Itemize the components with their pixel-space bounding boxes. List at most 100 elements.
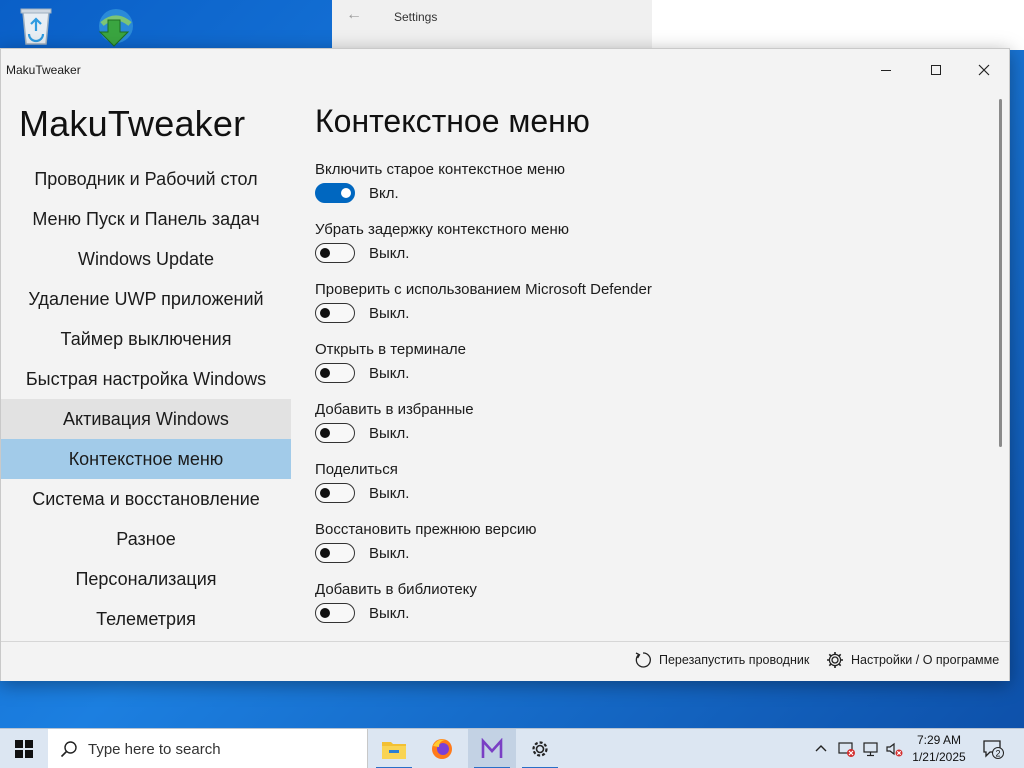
toggle-knob — [320, 307, 330, 318]
folder-icon — [382, 742, 406, 759]
toggle-state-label: Выкл. — [369, 305, 410, 322]
sidebar: MakuTweaker Проводник и Рабочий стол Мен… — [1, 89, 291, 641]
setting-label: Добавить в библиотеку — [315, 581, 477, 598]
sidebar-item-personalization[interactable]: Персонализация — [1, 559, 291, 599]
toggle-knob — [320, 547, 330, 558]
sidebar-item-context-menu[interactable]: Контекстное меню — [1, 439, 291, 479]
taskbar-makutweaker[interactable] — [468, 729, 516, 768]
defender-scan-toggle[interactable] — [315, 303, 355, 323]
toggle-knob — [320, 487, 330, 498]
add-library-toggle[interactable] — [315, 603, 355, 623]
background-settings-window[interactable]: ← Settings — [332, 0, 1024, 50]
sidebar-item-explorer-desktop[interactable]: Проводник и Рабочий стол — [1, 159, 291, 199]
toggle-state-label: Выкл. — [369, 545, 410, 562]
setting-label: Проверить с использованием Microsoft Def… — [315, 281, 652, 298]
taskbar-search-box[interactable]: Type here to search — [48, 729, 368, 768]
toggle-state-label: Вкл. — [369, 185, 399, 202]
page-title: Контекстное меню — [315, 103, 590, 139]
taskbar-clock[interactable]: 7:29 AM 1/21/2025 — [904, 732, 974, 766]
toggle-knob — [320, 367, 330, 378]
toggle-state-label: Выкл. — [369, 425, 410, 442]
minimize-button[interactable] — [863, 55, 909, 85]
toggle-state-label: Выкл. — [369, 485, 410, 502]
makutweaker-window: MakuTweaker MakuTweaker Проводник и Рабо… — [0, 48, 1010, 681]
setting-open-terminal: Открыть в терминале Выкл. — [315, 341, 975, 401]
makutweaker-logo-icon — [481, 738, 503, 758]
settings-gear-icon — [532, 741, 548, 757]
minimize-icon — [881, 70, 891, 71]
window-title: MakuTweaker — [6, 63, 81, 77]
settings-about-label: Настройки / О программе — [851, 653, 1000, 667]
close-icon — [978, 64, 990, 76]
sidebar-item-telemetry[interactable]: Телеметрия — [1, 599, 291, 639]
setting-label: Открыть в терминале — [315, 341, 467, 358]
content-pane: Контекстное меню Включить старое контекс… — [291, 89, 1001, 641]
tray-volume[interactable] — [885, 729, 903, 768]
network-icon — [863, 742, 878, 757]
toggle-knob — [320, 607, 330, 618]
sidebar-nav: Проводник и Рабочий стол Меню Пуск и Пан… — [1, 159, 291, 639]
sidebar-item-windows-activation[interactable]: Активация Windows — [1, 399, 291, 439]
add-favorites-toggle[interactable] — [315, 423, 355, 443]
chevron-up-icon[interactable] — [814, 742, 828, 756]
setting-add-library: Добавить в библиотеку Выкл. — [315, 581, 975, 641]
content-scrollbar[interactable] — [999, 99, 1002, 447]
toggle-state-label: Выкл. — [369, 605, 410, 622]
taskbar-settings[interactable] — [516, 729, 564, 768]
system-tray — [814, 729, 828, 768]
old-context-menu-toggle[interactable] — [315, 183, 355, 203]
settings-window-title: Settings — [394, 10, 438, 24]
gear-icon — [827, 652, 843, 668]
sidebar-item-start-taskbar[interactable]: Меню Пуск и Панель задач — [1, 199, 291, 239]
back-arrow-icon[interactable]: ← — [346, 6, 362, 24]
firefox-icon — [432, 739, 452, 759]
sidebar-item-windows-update[interactable]: Windows Update — [1, 239, 291, 279]
maximize-button[interactable] — [913, 55, 959, 85]
sidebar-item-quick-setup[interactable]: Быстрая настройка Windows — [1, 359, 291, 399]
remove-delay-toggle[interactable] — [315, 243, 355, 263]
settings-about-button[interactable]: Настройки / О программе — [825, 650, 999, 670]
action-center-button[interactable]: 2 — [978, 735, 1008, 763]
notification-count: 2 — [995, 748, 1000, 758]
app-name-heading: MakuTweaker — [19, 103, 246, 144]
setting-restore-previous: Восстановить прежнюю версию Выкл. — [315, 521, 975, 581]
title-bar[interactable]: MakuTweaker — [1, 49, 1009, 89]
volume-muted-icon — [886, 742, 903, 757]
setting-add-favorites: Добавить в избранные Выкл. — [315, 401, 975, 461]
toggle-state-label: Выкл. — [369, 365, 410, 382]
sidebar-item-uwp-removal[interactable]: Удаление UWP приложений — [1, 279, 291, 319]
recycle-bin-icon[interactable] — [14, 4, 58, 48]
toggle-state-label: Выкл. — [369, 245, 410, 262]
restart-explorer-button[interactable]: Перезапустить проводник — [633, 650, 809, 670]
settings-list: Включить старое контекстное меню Вкл. Уб… — [315, 161, 975, 641]
clock-time: 7:29 AM — [916, 733, 962, 747]
taskbar-firefox[interactable] — [418, 729, 466, 768]
sidebar-item-shutdown-timer[interactable]: Таймер выключения — [1, 319, 291, 359]
open-terminal-toggle[interactable] — [315, 363, 355, 383]
search-icon — [60, 741, 77, 758]
setting-share: Поделиться Выкл. — [315, 461, 975, 521]
toggle-knob — [320, 247, 330, 258]
setting-defender-scan: Проверить с использованием Microsoft Def… — [315, 281, 975, 341]
settings-window-content — [652, 0, 1024, 50]
setting-label: Восстановить прежнюю версию — [315, 521, 537, 538]
share-toggle[interactable] — [315, 483, 355, 503]
restore-previous-toggle[interactable] — [315, 543, 355, 563]
internet-download-manager-icon[interactable] — [92, 6, 136, 50]
toggle-knob — [341, 187, 351, 198]
taskbar-file-explorer[interactable] — [370, 729, 418, 768]
security-alert-icon — [838, 742, 855, 757]
restart-explorer-label: Перезапустить проводник — [659, 653, 810, 667]
toggle-knob — [320, 427, 330, 438]
sidebar-item-system-recovery[interactable]: Система и восстановление — [1, 479, 291, 519]
tray-security[interactable] — [838, 729, 856, 768]
close-button[interactable] — [961, 55, 1007, 85]
sidebar-item-misc[interactable]: Разное — [1, 519, 291, 559]
search-placeholder: Type here to search — [88, 740, 221, 758]
clock-date: 1/21/2025 — [912, 750, 966, 764]
taskbar: Type here to search 7:29 AM 1/21/2025 2 — [0, 728, 1024, 768]
notification-icon: 2 — [983, 740, 1004, 759]
tray-network[interactable] — [862, 729, 880, 768]
footer-bar: Перезапустить проводник Настройки / О пр… — [1, 641, 1009, 681]
start-button[interactable] — [0, 729, 48, 768]
